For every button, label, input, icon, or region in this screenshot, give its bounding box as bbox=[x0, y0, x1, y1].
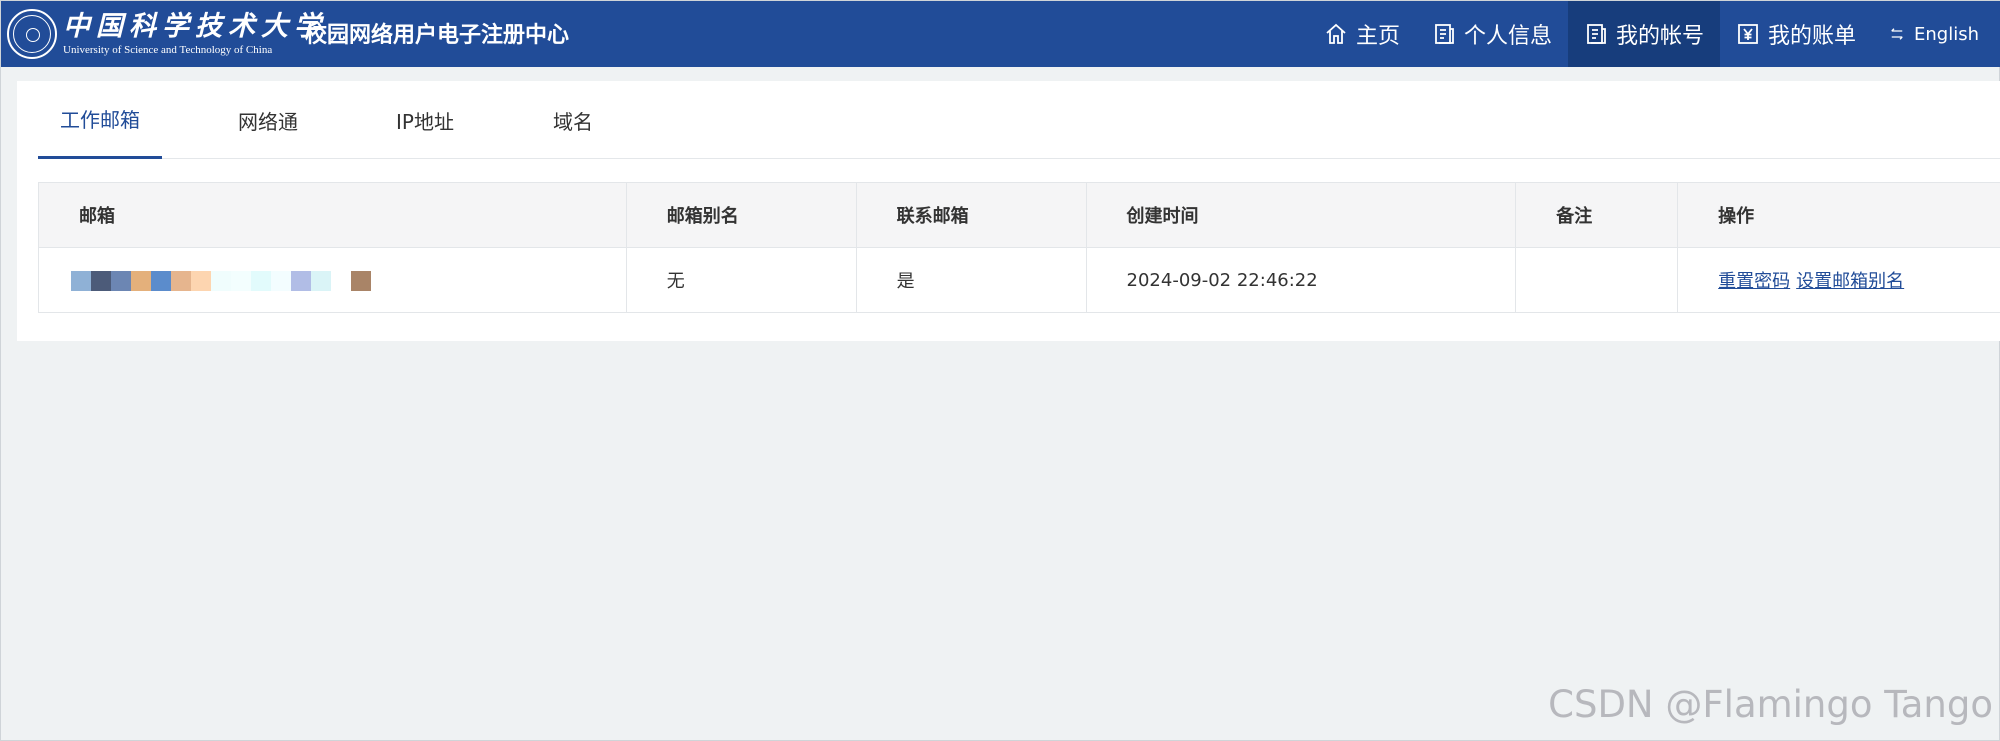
top-header: 中国科学技术大学 University of Science and Techn… bbox=[1, 1, 2000, 67]
table-header-row: 邮箱 邮箱别名 联系邮箱 创建时间 备注 操作 bbox=[38, 182, 2000, 248]
nav-home-label: 主页 bbox=[1355, 24, 1400, 49]
column-header-created: 创建时间 bbox=[1085, 182, 1517, 248]
logo-english-name: University of Science and Technology of … bbox=[63, 44, 273, 56]
column-header-mailbox: 邮箱 bbox=[38, 182, 627, 248]
created-time-cell: 2024-09-02 22:46:22 bbox=[1085, 247, 1517, 313]
table-row: 无 是 2024-09-02 22:46:22 重置密码 设置邮箱别名 bbox=[38, 247, 2000, 313]
actions-cell: 重置密码 设置邮箱别名 bbox=[1677, 247, 2000, 313]
site-title: 校园网络用户电子注册中心 bbox=[305, 23, 570, 48]
mailbox-table: 邮箱 邮箱别名 联系邮箱 创建时间 备注 操作 无 是 2024-09-02 2… bbox=[38, 182, 2000, 313]
note-cell bbox=[1515, 247, 1679, 313]
column-header-contact: 联系邮箱 bbox=[855, 182, 1087, 248]
nav-my-bill[interactable]: 我的账单 bbox=[1720, 1, 1872, 67]
nav-profile[interactable]: 个人信息 bbox=[1416, 1, 1568, 67]
university-seal-icon bbox=[7, 9, 57, 59]
column-header-note: 备注 bbox=[1515, 182, 1679, 248]
profile-icon bbox=[1432, 22, 1456, 46]
language-switch-icon bbox=[1888, 25, 1906, 43]
nav-language-label: English bbox=[1914, 23, 1979, 45]
nav-my-account-label: 我的帐号 bbox=[1615, 24, 1704, 49]
content-card: 工作邮箱 网络通 IP地址 域名 邮箱 邮箱别名 联系邮箱 创建时间 备注 操作 bbox=[17, 81, 2000, 341]
nav-home[interactable]: 主页 bbox=[1308, 1, 1416, 67]
tab-network[interactable]: 网络通 bbox=[216, 81, 320, 159]
bill-icon bbox=[1736, 22, 1760, 46]
nav-my-account[interactable]: 我的帐号 bbox=[1567, 1, 1720, 67]
account-tabs: 工作邮箱 网络通 IP地址 域名 bbox=[38, 81, 2000, 159]
tab-work-email[interactable]: 工作邮箱 bbox=[38, 81, 162, 159]
home-icon bbox=[1324, 22, 1348, 46]
nav-my-bill-label: 我的账单 bbox=[1767, 24, 1856, 49]
nav-language-switch[interactable]: English bbox=[1872, 1, 2000, 67]
tab-ip-address[interactable]: IP地址 bbox=[373, 81, 477, 159]
contact-cell: 是 bbox=[855, 247, 1087, 313]
set-alias-link[interactable]: 设置邮箱别名 bbox=[1796, 271, 1904, 292]
account-icon bbox=[1584, 22, 1608, 46]
mailbox-cell bbox=[38, 247, 627, 313]
column-header-actions: 操作 bbox=[1677, 182, 2000, 248]
nav-profile-label: 个人信息 bbox=[1463, 24, 1552, 49]
alias-cell: 无 bbox=[625, 247, 857, 313]
reset-password-link[interactable]: 重置密码 bbox=[1718, 271, 1790, 292]
university-logo[interactable]: 中国科学技术大学 University of Science and Techn… bbox=[7, 4, 327, 64]
main-nav: 主页 个人信息 我的帐号 我的账单 English bbox=[1308, 1, 2000, 67]
tab-domain[interactable]: 域名 bbox=[530, 81, 616, 159]
logo-chinese-name: 中国科学技术大学 bbox=[63, 11, 327, 42]
redacted-mailbox bbox=[71, 270, 371, 291]
column-header-alias: 邮箱别名 bbox=[625, 182, 857, 248]
csdn-watermark: CSDN @Flamingo Tango bbox=[1548, 683, 1993, 726]
